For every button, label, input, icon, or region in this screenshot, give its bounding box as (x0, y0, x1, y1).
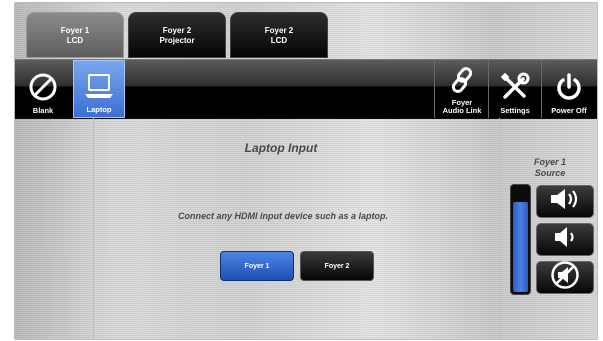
blank-label: Blank (32, 106, 54, 115)
tab-foyer-2-lcd[interactable]: Foyer 2 LCD (230, 12, 328, 58)
audio-link-button[interactable]: Foyer Audio Link (436, 60, 488, 118)
mute-icon (550, 260, 580, 295)
power-off-button[interactable]: Power Off (543, 60, 595, 118)
volume-down-button[interactable] (536, 223, 594, 256)
settings-label: Settings (500, 106, 530, 115)
audio-link-label: Foyer Audio Link (442, 98, 482, 115)
tab-foyer-2-projector[interactable]: Foyer 2 Projector (128, 12, 226, 58)
tools-icon (497, 69, 533, 105)
laptop-icon (81, 68, 117, 104)
tab-foyer-1-lcd[interactable]: Foyer 1 LCD (26, 12, 124, 58)
volume-up-icon (548, 187, 582, 216)
instruction-text: Connect any HDMI input device such as a … (177, 211, 389, 221)
toolbar-divider (541, 60, 542, 118)
power-icon (551, 69, 587, 105)
mute-button[interactable] (536, 261, 594, 294)
volume-down-icon (552, 226, 578, 253)
blank-button[interactable]: Blank (17, 60, 69, 118)
volume-up-button[interactable] (536, 185, 594, 218)
laptop-label: Laptop (86, 105, 112, 114)
power-off-label: Power Off (551, 106, 587, 115)
toolbar: Blank Laptop Foyer Audio Link Settings P… (15, 59, 597, 119)
link-icon (444, 62, 480, 98)
source-foyer-1-button[interactable]: Foyer 1 (220, 251, 294, 281)
blank-icon (25, 69, 61, 105)
laptop-button[interactable]: Laptop (73, 60, 125, 118)
volume-level-bar[interactable] (510, 184, 531, 295)
page-title: Laptop Input (244, 141, 318, 155)
source-foyer-2-button[interactable]: Foyer 2 (300, 251, 374, 281)
volume-title: Foyer 1 Source (533, 157, 566, 178)
settings-button[interactable]: Settings (489, 60, 541, 118)
volume-level-fill (513, 201, 528, 292)
toolbar-divider (434, 60, 435, 118)
